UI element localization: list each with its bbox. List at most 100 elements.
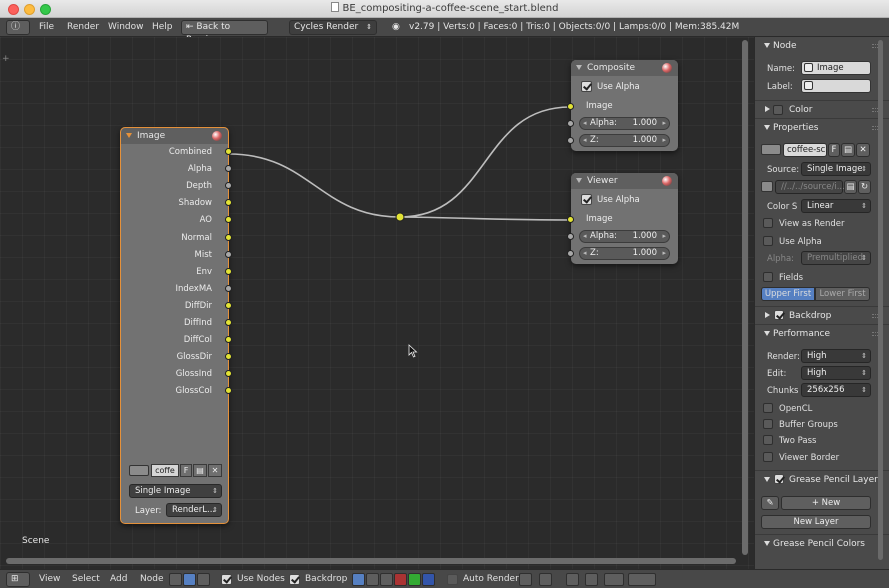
new-layer-button[interactable]: New Layer: [761, 515, 871, 529]
collapse-triangle-icon[interactable]: [126, 133, 132, 138]
render-quality-select[interactable]: High ⇕: [801, 349, 871, 363]
snap-icon[interactable]: [519, 573, 532, 586]
composite-alpha-field[interactable]: ◂ Alpha: 1.000 ▸: [579, 117, 670, 130]
properties-scrollbar[interactable]: [878, 40, 883, 560]
fake-user-button[interactable]: F: [180, 464, 192, 477]
render-layer-select[interactable]: RenderL... ⇕: [166, 503, 222, 517]
use-nodes-checkbox[interactable]: [221, 574, 232, 585]
grease-pencil-icon[interactable]: ✎: [761, 496, 779, 510]
preview-sphere-icon[interactable]: [662, 63, 672, 73]
image-output-socket[interactable]: [225, 267, 232, 275]
backdrop-rgb-icon[interactable]: [366, 573, 379, 586]
image-browse-icon[interactable]: [761, 144, 781, 155]
composite-node-header[interactable]: Composite: [571, 60, 678, 76]
fields-checkbox[interactable]: [763, 272, 773, 282]
node-editor[interactable]: + Image Combined Alpha Depth Shadow AO Normal…: [0, 37, 754, 569]
file-browse-icon[interactable]: ▤: [844, 180, 857, 194]
image-output-socket[interactable]: [225, 319, 232, 326]
color-checkbox[interactable]: [773, 105, 783, 115]
texture-nodes-icon[interactable]: [197, 573, 210, 586]
shader-nodes-icon[interactable]: [169, 573, 182, 586]
preview-sphere-icon[interactable]: [662, 176, 672, 186]
buffer-groups-checkbox[interactable]: [763, 419, 773, 429]
right-arrow-icon[interactable]: ▸: [662, 248, 666, 259]
unlink-image-icon[interactable]: ✕: [208, 464, 222, 477]
chunks-select[interactable]: 256x256 ⇕: [801, 383, 871, 397]
left-arrow-icon[interactable]: ◂: [583, 135, 587, 146]
right-arrow-icon[interactable]: ▸: [662, 118, 666, 129]
view-all-icon[interactable]: [628, 573, 656, 586]
edit-quality-select[interactable]: High ⇕: [801, 366, 871, 380]
image-output-socket[interactable]: [225, 250, 232, 258]
composite-use-alpha-checkbox[interactable]: [581, 81, 592, 92]
image-output-socket[interactable]: [225, 284, 232, 292]
viewer-use-alpha-checkbox[interactable]: [581, 194, 592, 205]
plus-icon[interactable]: +: [2, 54, 10, 64]
backdrop-alpha-icon[interactable]: [380, 573, 393, 586]
left-arrow-icon[interactable]: ◂: [583, 248, 587, 259]
menu-add[interactable]: Add: [110, 574, 127, 584]
image-datablock-field[interactable]: coffee-sc: [783, 143, 827, 157]
reload-icon[interactable]: ↻: [858, 180, 871, 194]
menu-file[interactable]: File: [39, 21, 54, 34]
new-grease-pencil-button[interactable]: + New: [781, 496, 871, 510]
red-channel-icon[interactable]: [394, 573, 407, 586]
auto-render-checkbox[interactable]: [447, 574, 458, 585]
filepath-field[interactable]: //../../source/i...: [775, 180, 845, 194]
viewer-alpha-socket[interactable]: [567, 233, 574, 240]
alpha-mode-select[interactable]: Premultiplied ⇕: [801, 251, 871, 265]
back-to-previous-button[interactable]: ⇤ Back to Previous: [181, 20, 268, 45]
editor-type-menu[interactable]: ⊞ ▾: [6, 572, 30, 588]
reroute-node[interactable]: [395, 212, 405, 222]
image-source-select[interactable]: Single Image ⇕: [129, 484, 222, 498]
source-select[interactable]: Single Image ⇕: [801, 162, 871, 176]
performance-panel-header[interactable]: Performance: [755, 326, 889, 342]
composite-z-socket[interactable]: [567, 137, 574, 144]
composite-node[interactable]: Composite Use Alpha Image ◂ Alpha: 1.000 ▸ …: [567, 60, 678, 151]
use-alpha-checkbox[interactable]: [763, 236, 773, 246]
image-name-field[interactable]: coffe: [151, 464, 179, 477]
upper-first-button[interactable]: Upper First: [761, 287, 815, 301]
node-label-field[interactable]: [801, 79, 871, 93]
backdrop-toggle-checkbox[interactable]: [289, 574, 300, 585]
image-node[interactable]: Image Combined Alpha Depth Shadow AO Normal Mi…: [120, 127, 232, 524]
color-space-select[interactable]: Linear ⇕: [801, 199, 871, 213]
menu-select[interactable]: Select: [72, 574, 100, 584]
lower-first-button[interactable]: Lower First: [815, 287, 870, 301]
viewer-border-checkbox[interactable]: [763, 452, 773, 462]
color-panel-header[interactable]: Color: [755, 102, 889, 118]
image-output-socket[interactable]: [225, 148, 232, 155]
viewer-z-socket[interactable]: [567, 250, 574, 257]
vertical-scrollbar[interactable]: [742, 40, 748, 555]
composite-z-field[interactable]: ◂ Z: 1.000 ▸: [579, 134, 670, 147]
left-arrow-icon[interactable]: ◂: [583, 231, 587, 242]
blue-channel-icon[interactable]: [422, 573, 435, 586]
backdrop-panel-header[interactable]: Backdrop: [755, 308, 889, 324]
right-arrow-icon[interactable]: ▸: [662, 135, 666, 146]
file-icon[interactable]: [761, 181, 773, 192]
preview-sphere-icon[interactable]: [212, 131, 222, 141]
viewer-node[interactable]: Viewer Use Alpha Image ◂ Alpha: 1.000 ▸ ◂ Z:…: [567, 173, 678, 264]
grease-pencil-colors-header[interactable]: Grease Pencil Colors: [755, 536, 889, 552]
viewer-image-socket[interactable]: [567, 216, 574, 223]
render-engine-select[interactable]: Cycles Render ⇕: [289, 20, 377, 35]
open-image-icon[interactable]: ▤: [193, 464, 207, 477]
menu-help[interactable]: Help: [152, 21, 173, 34]
image-output-socket[interactable]: [225, 233, 232, 241]
node-panel-header[interactable]: Node: [755, 38, 889, 54]
menu-node[interactable]: Node: [140, 574, 164, 584]
editor-type-menu[interactable]: ⓘ ▾: [6, 20, 30, 45]
snap-element-icon[interactable]: [539, 573, 552, 586]
image-browse-icon[interactable]: [129, 465, 149, 476]
image-node-header[interactable]: Image: [121, 128, 228, 144]
collapse-triangle-icon[interactable]: [576, 65, 582, 70]
green-channel-icon[interactable]: [408, 573, 421, 586]
viewer-alpha-field[interactable]: ◂ Alpha: 1.000 ▸: [579, 230, 670, 243]
viewer-z-field[interactable]: ◂ Z: 1.000 ▸: [579, 247, 670, 260]
backdrop-checkbox[interactable]: [774, 310, 784, 320]
grease-pencil-layers-header[interactable]: Grease Pencil Layers: [755, 472, 889, 488]
menu-render[interactable]: Render: [67, 21, 99, 34]
viewer-node-header[interactable]: Viewer: [571, 173, 678, 189]
node-name-field[interactable]: Image: [801, 61, 871, 75]
compositing-nodes-icon[interactable]: [183, 573, 196, 586]
